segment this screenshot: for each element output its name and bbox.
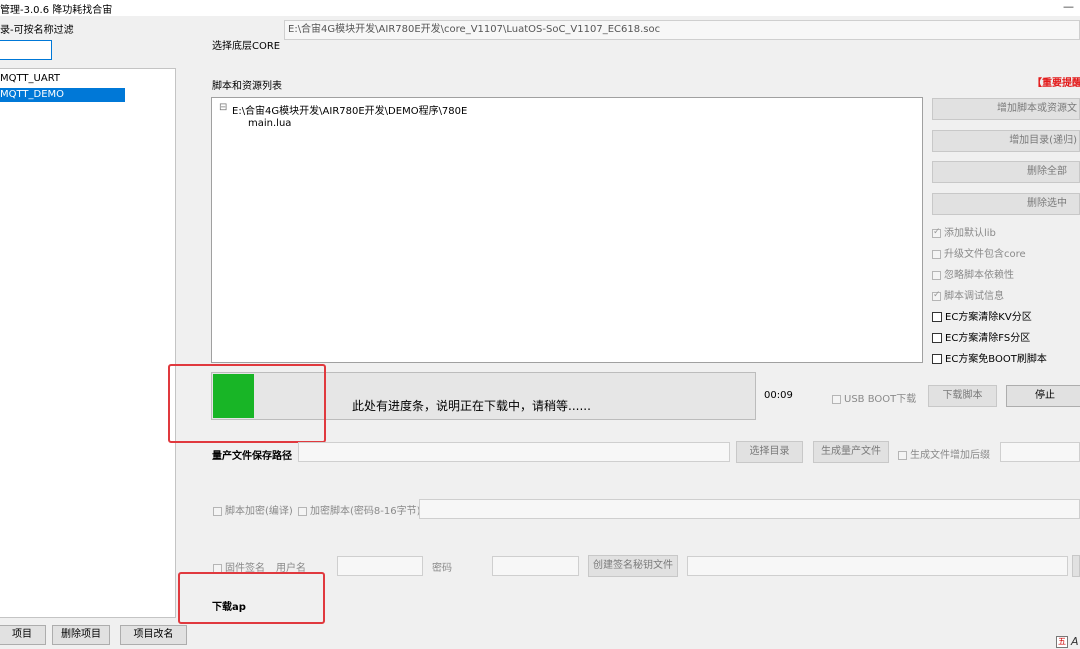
option-add-default-lib[interactable]: 添加默认lib [932,224,996,239]
tree-root-folder[interactable]: E:\合宙4G模块开发\AIR780E开发\DEMO程序\780E [232,102,467,117]
add-project-button[interactable]: 项目 [0,625,46,645]
choose-directory-button[interactable]: 选择目录 [736,441,803,463]
production-path-label: 量产文件保存路径 [212,451,292,462]
window-title: 管理-3.0.6 降功耗找合宙 [0,5,113,16]
project-filter-label: 录-可按名称过滤 [0,25,74,36]
annotation-box-progress [168,364,326,443]
option-ignore-dependencies[interactable]: 忽略脚本依赖性 [932,266,1014,281]
add-script-button[interactable]: 增加脚本或资源文 [932,98,1080,120]
tree-collapse-icon[interactable]: ⊟ [219,102,227,113]
tree-file-main-lua[interactable]: main.lua [248,118,291,129]
checkbox-icon [932,227,941,238]
checkbox-icon [932,333,942,343]
title-bar: 管理-3.0.6 降功耗找合宙 — [0,0,1080,16]
core-label: 选择底层CORE [212,41,281,52]
checkbox-icon [832,394,841,404]
core-path-field[interactable]: E:\合宙4G模块开发\AIR780E开发\core_V1107\LuatOS-… [284,20,1080,40]
important-notice[interactable]: 【重要提醒 [1032,74,1080,89]
encrypt-compile-option[interactable]: 脚本加密(编译) [213,502,293,517]
option-ec-no-boot[interactable]: EC方案免BOOT刷脚本 [932,350,1047,365]
project-filter-input[interactable] [0,40,52,60]
option-upgrade-include-core[interactable]: 升级文件包含core [932,245,1026,260]
minimize-button[interactable]: — [1063,0,1074,13]
scripts-label: 脚本和资源列表 [212,81,282,92]
production-path-field[interactable] [298,442,730,462]
input-method-icon[interactable]: 五 [1056,636,1068,648]
password-label: 密码 [432,563,452,574]
delete-all-button[interactable]: 删除全部 [932,161,1080,183]
delete-project-button[interactable]: 删除项目 [52,625,110,645]
browse-key-button[interactable] [1072,555,1080,577]
project-item-mqtt-uart[interactable]: MQTT_UART [0,72,125,86]
progress-annotation: 此处有进度条，说明正在下载中，请稍等...... [352,399,591,413]
create-key-button[interactable]: 创建签名秘钥文件 [588,555,678,577]
project-item-label: MQTT_UART [0,73,61,84]
suffix-field[interactable] [1000,442,1080,462]
encrypt-password-option[interactable]: 加密脚本(密码8-16字节) [298,502,421,517]
checkbox-icon [298,506,307,516]
checkbox-icon [932,312,942,322]
add-directory-button[interactable]: 增加目录(递归) [932,130,1080,152]
download-script-button[interactable]: 下载脚本 [928,385,997,407]
elapsed-time: 00:09 [764,390,793,401]
stop-button[interactable]: 停止 [1006,385,1080,407]
project-list[interactable]: MQTT_UART MQTT_DEMO [0,68,176,618]
rename-project-button[interactable]: 项目改名 [120,625,187,645]
option-ec-clear-kv[interactable]: EC方案清除KV分区 [932,308,1032,323]
password-field[interactable] [492,556,579,576]
project-item-mqtt-demo[interactable]: MQTT_DEMO [0,88,125,102]
checkbox-icon [932,354,942,364]
checkbox-icon [898,450,907,460]
delete-selected-button[interactable]: 删除选中 [932,193,1080,215]
usb-boot-option[interactable]: USB BOOT下载 [832,390,916,405]
script-tree[interactable]: ⊟ E:\合宙4G模块开发\AIR780E开发\DEMO程序\780E main… [211,97,923,363]
font-icon[interactable]: A [1071,635,1079,648]
checkbox-icon [932,270,941,280]
suffix-option[interactable]: 生成文件增加后缀 [898,446,990,461]
project-item-label: MQTT_DEMO [0,89,65,100]
option-debug-info[interactable]: 脚本调试信息 [932,287,1004,302]
encrypt-password-field[interactable] [419,499,1080,519]
username-field[interactable] [337,556,423,576]
annotation-box-download [178,572,325,624]
key-path-field[interactable] [687,556,1068,576]
checkbox-icon [932,249,941,259]
checkbox-icon [932,290,941,301]
generate-production-button[interactable]: 生成量产文件 [813,441,889,463]
option-ec-clear-fs[interactable]: EC方案清除FS分区 [932,329,1030,344]
checkbox-icon [213,506,222,516]
